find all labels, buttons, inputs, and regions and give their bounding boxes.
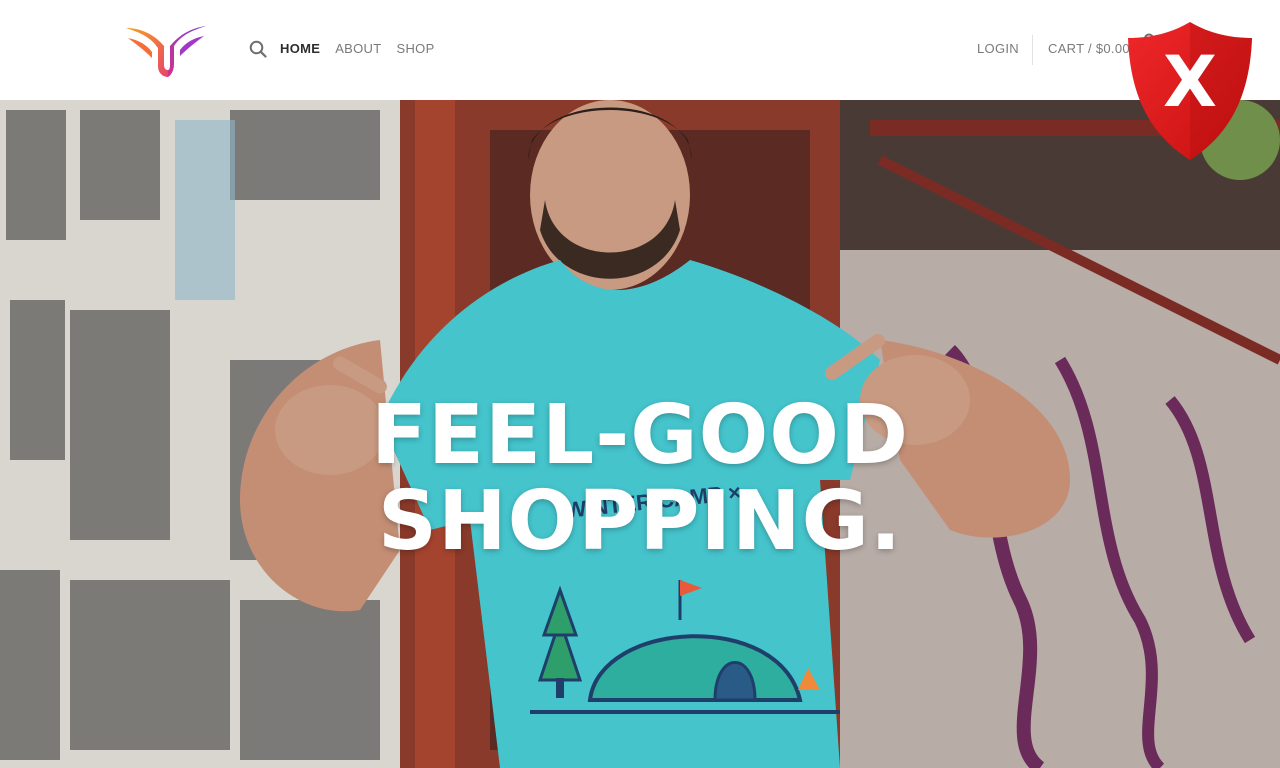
nav-shop[interactable]: SHOP <box>397 41 435 56</box>
login-link[interactable]: LOGIN <box>977 41 1019 56</box>
hero-banner: WINTER CAMP × FEEL-GOOD SHOPPING. <box>0 100 1280 768</box>
winged-u-logo-icon[interactable] <box>124 22 208 78</box>
nav-home[interactable]: HOME <box>280 41 320 56</box>
hero-title-line1: FEEL-GOOD <box>370 388 910 483</box>
main-nav: HOME ABOUT SHOP <box>280 41 435 56</box>
header-divider <box>1032 35 1033 65</box>
cart-link[interactable]: CART / $0.00 <box>1048 41 1130 56</box>
shield-x-mark: X <box>1163 41 1217 123</box>
search-icon[interactable] <box>249 40 267 58</box>
hero-title-line2: SHOPPING. <box>377 474 903 569</box>
red-shield-x-icon[interactable]: X <box>1126 20 1254 162</box>
nav-about[interactable]: ABOUT <box>335 41 381 56</box>
site-header: HOME ABOUT SHOP LOGIN CART / $0.00 <box>0 0 1280 100</box>
